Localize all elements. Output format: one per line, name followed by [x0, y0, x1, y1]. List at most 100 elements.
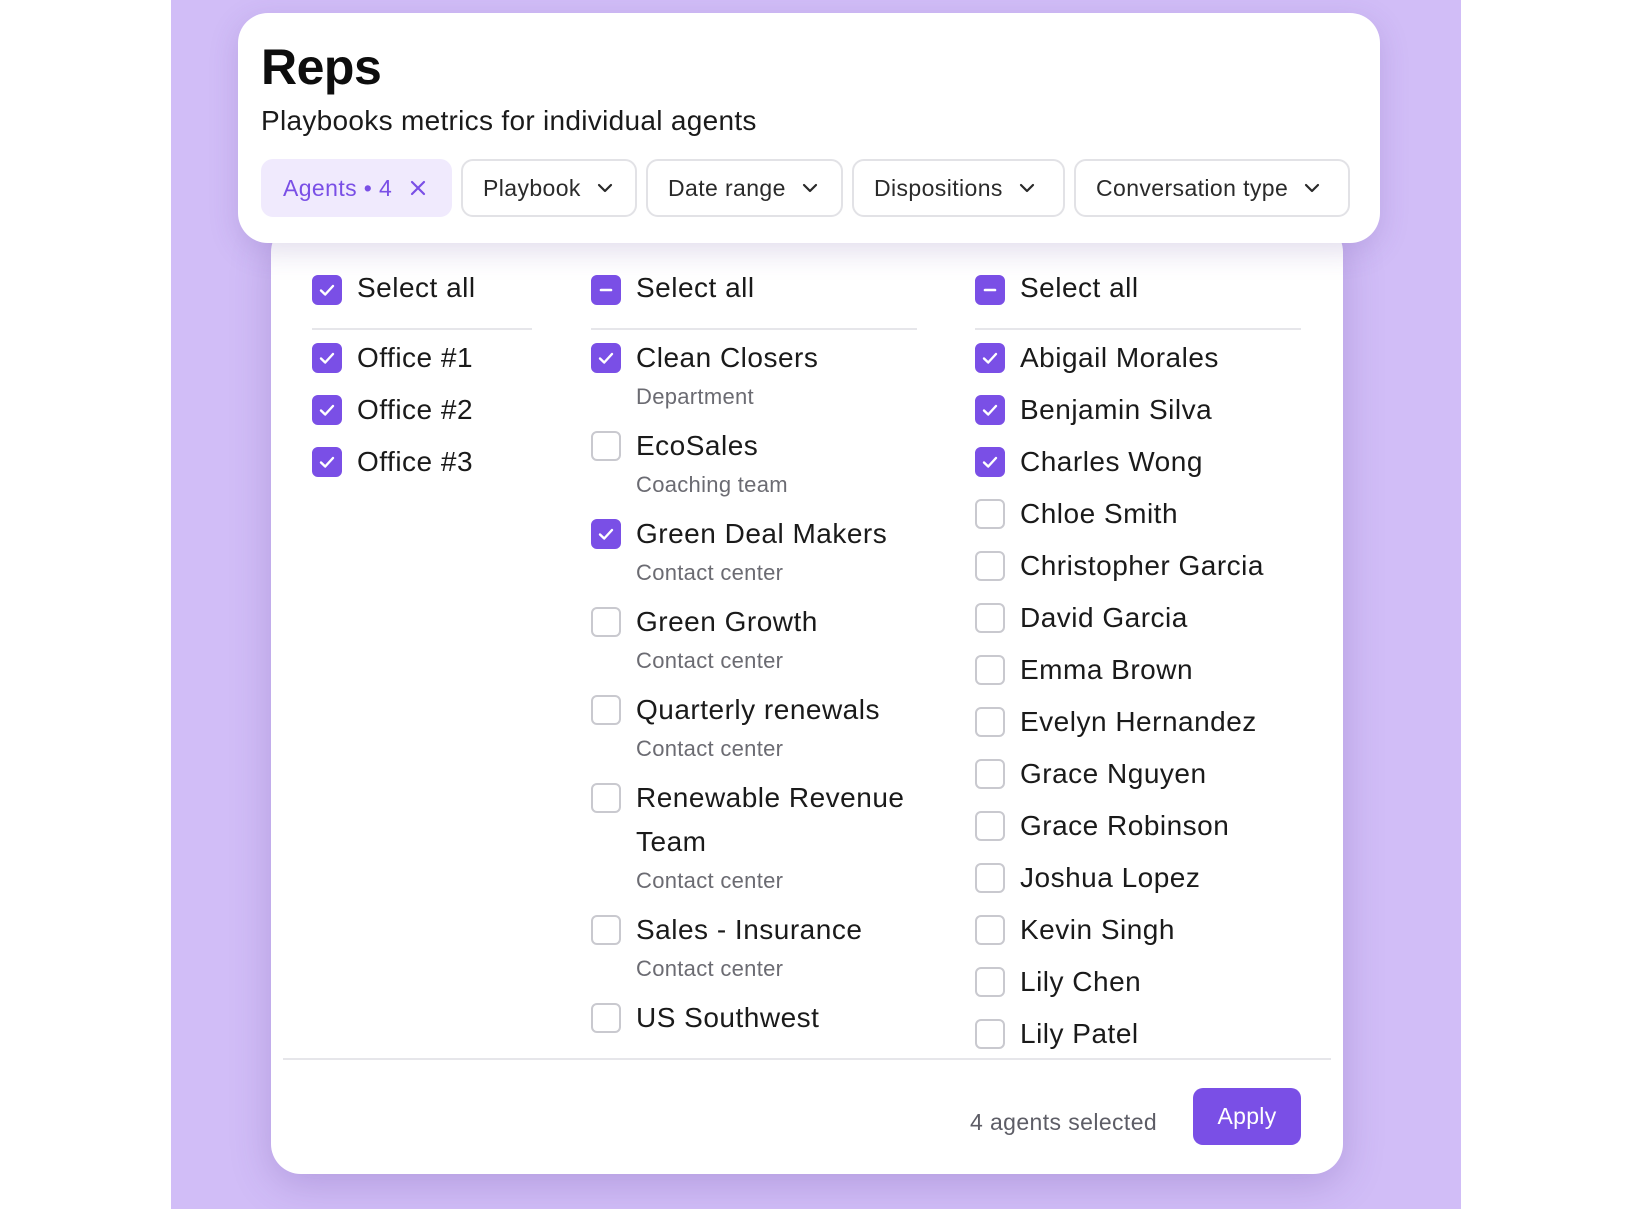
playbook-filter-dropdown[interactable]: Playbook	[461, 159, 637, 217]
checkbox-unchecked-icon[interactable]	[591, 1003, 621, 1033]
list-item-agent[interactable]: Emma Brown	[975, 652, 1193, 688]
item-label: Grace Nguyen	[1020, 758, 1207, 789]
list-item-team[interactable]: Green Growth Contact center	[591, 604, 818, 676]
apply-button[interactable]: Apply	[1193, 1088, 1301, 1145]
page-subtitle: Playbooks metrics for individual agents	[261, 105, 757, 136]
item-label: Green Growth	[636, 606, 818, 637]
item-sublabel: Department	[636, 384, 754, 409]
item-label: Kevin Singh	[1020, 914, 1175, 945]
selected-count-text: 4 agents selected	[970, 1109, 1158, 1135]
item-label: Quarterly renewals	[636, 694, 880, 725]
list-item-agent[interactable]: Lily Patel	[975, 1016, 1139, 1052]
checkbox-unchecked-icon[interactable]	[975, 967, 1005, 997]
checkbox-checked-icon[interactable]	[312, 447, 342, 477]
list-item-agent[interactable]: Joshua Lopez	[975, 860, 1200, 896]
checkbox-checked-icon[interactable]	[975, 447, 1005, 477]
list-item-team[interactable]: EcoSales Coaching team	[591, 428, 788, 500]
item-label: Joshua Lopez	[1020, 862, 1201, 893]
item-sublabel: Contact center	[636, 868, 784, 893]
list-item-agent[interactable]: Abigail Morales	[975, 340, 1219, 376]
item-label: EcoSales	[636, 430, 759, 461]
list-item-agent[interactable]: Evelyn Hernandez	[975, 704, 1257, 740]
checkbox-checked-icon[interactable]	[591, 519, 621, 549]
checkbox-unchecked-icon[interactable]	[975, 915, 1005, 945]
conversation-type-filter-dropdown[interactable]: Conversation type	[1074, 159, 1350, 217]
dispositions-filter-dropdown[interactable]: Dispositions	[852, 159, 1065, 217]
checkbox-unchecked-icon[interactable]	[975, 603, 1005, 633]
item-sublabel: Coaching team	[636, 472, 788, 497]
select-all-label: Select all	[1020, 272, 1139, 303]
agents-filter-chip[interactable]: Agents • 4	[261, 159, 452, 217]
checkbox-checked-icon[interactable]	[975, 343, 1005, 373]
list-item-team[interactable]: Renewable Revenue Team Contact center	[591, 780, 906, 896]
list-item-office-2[interactable]: Office #2	[312, 392, 473, 428]
date-range-filter-label: Date range	[668, 174, 786, 201]
panel-scroll-area[interactable]: Select all Office #1 Office #2 Office #3	[271, 222, 1343, 1058]
item-label: Office #1	[357, 342, 474, 373]
chevron-down-icon	[802, 183, 817, 193]
list-item-team[interactable]: US Southwest	[591, 1000, 819, 1036]
checkbox-unchecked-icon[interactable]	[591, 783, 621, 813]
checkbox-checked-icon[interactable]	[312, 395, 342, 425]
list-item-office-1[interactable]: Office #1	[312, 340, 473, 376]
page-title: Reps	[261, 39, 382, 95]
checkbox-unchecked-icon[interactable]	[591, 695, 621, 725]
item-label: Abigail Morales	[1020, 342, 1219, 373]
list-item-agent[interactable]: Benjamin Silva	[975, 392, 1212, 428]
checkbox-checked-icon[interactable]	[975, 395, 1005, 425]
checkbox-unchecked-icon[interactable]	[975, 811, 1005, 841]
list-item-agent[interactable]: Grace Nguyen	[975, 756, 1207, 792]
list-item-team[interactable]: Clean Closers Department	[591, 340, 818, 412]
checkbox-unchecked-icon[interactable]	[975, 499, 1005, 529]
item-label: Green Deal Makers	[636, 518, 888, 549]
item-label: Evelyn Hernandez	[1020, 706, 1257, 737]
item-label: Grace Robinson	[1020, 810, 1230, 841]
teams-select-all[interactable]: Select all	[591, 270, 755, 306]
checkbox-unchecked-icon[interactable]	[975, 759, 1005, 789]
checkbox-unchecked-icon[interactable]	[975, 863, 1005, 893]
checkbox-unchecked-icon[interactable]	[975, 655, 1005, 685]
list-item-office-3[interactable]: Office #3	[312, 444, 473, 480]
playbook-filter-label: Playbook	[483, 174, 581, 201]
item-label: Lily Patel	[1020, 1018, 1139, 1049]
checkbox-unchecked-icon[interactable]	[975, 1019, 1005, 1049]
item-label: Christopher Garcia	[1020, 550, 1264, 581]
list-item-agent[interactable]: Chloe Smith	[975, 496, 1178, 532]
agents-select-all[interactable]: Select all	[975, 270, 1139, 306]
list-item-agent[interactable]: Charles Wong	[975, 444, 1203, 480]
checkbox-unchecked-icon[interactable]	[591, 607, 621, 637]
date-range-filter-dropdown[interactable]: Date range	[646, 159, 843, 217]
checkbox-unchecked-icon[interactable]	[591, 915, 621, 945]
list-item-team[interactable]: Quarterly renewals Contact center	[591, 692, 880, 764]
list-item-agent[interactable]: David Garcia	[975, 600, 1188, 636]
item-label: Sales - Insurance	[636, 914, 863, 945]
list-item-team[interactable]: Green Deal Makers Contact center	[591, 516, 887, 588]
offices-select-all[interactable]: Select all	[312, 270, 476, 306]
divider	[591, 328, 917, 330]
item-label: Charles Wong	[1020, 446, 1203, 477]
checkbox-checked-icon[interactable]	[312, 343, 342, 373]
page-header-card: Reps Playbooks metrics for individual ag…	[238, 13, 1380, 243]
list-item-team[interactable]: Sales - Insurance Contact center	[591, 912, 862, 984]
item-sublabel: Contact center	[636, 560, 784, 585]
checkbox-checked-icon[interactable]	[591, 343, 621, 373]
item-label: David Garcia	[1020, 602, 1188, 633]
item-sublabel: Contact center	[636, 648, 784, 673]
checkbox-unchecked-icon[interactable]	[975, 551, 1005, 581]
checkbox-unchecked-icon[interactable]	[975, 707, 1005, 737]
list-item-agent[interactable]: Lily Chen	[975, 964, 1141, 1000]
list-item-agent[interactable]: Christopher Garcia	[975, 548, 1264, 584]
list-item-agent[interactable]: Kevin Singh	[975, 912, 1175, 948]
dispositions-filter-label: Dispositions	[874, 174, 1003, 201]
divider	[312, 328, 532, 330]
list-item-agent[interactable]: Grace Robinson	[975, 808, 1229, 844]
checkbox-indeterminate-icon[interactable]	[975, 274, 1005, 305]
item-label: Benjamin Silva	[1020, 394, 1213, 425]
item-label: US Southwest	[636, 1002, 820, 1033]
checkbox-indeterminate-icon[interactable]	[591, 274, 621, 305]
checkbox-checked-icon[interactable]	[312, 274, 342, 305]
checkbox-unchecked-icon[interactable]	[591, 431, 621, 461]
item-label: Office #2	[357, 394, 474, 425]
close-icon[interactable]	[408, 178, 428, 198]
select-all-label: Select all	[357, 272, 476, 303]
